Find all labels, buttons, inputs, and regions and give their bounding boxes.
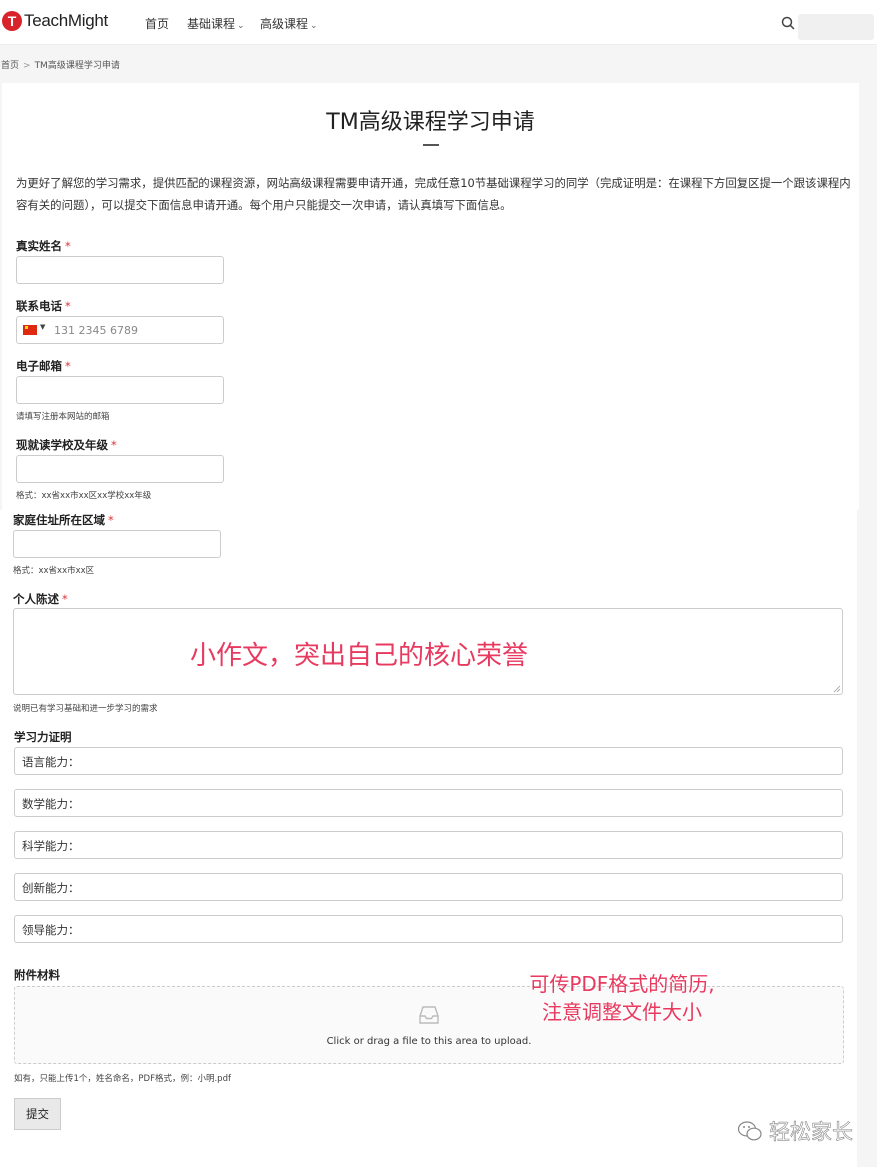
upload-instruction: Click or drag a file to this area to upl…: [326, 1036, 532, 1047]
statement-hint: 说明已有学习基础和进一步学习的需求: [13, 704, 158, 714]
site-logo[interactable]: T TeachMight: [2, 11, 108, 31]
intro-text: 为更好了解您的学习需求，提供匹配的课程资源，网站高级课程需要申请开通，完成任意1…: [16, 176, 851, 212]
science-ability-label: 科学能力：: [22, 839, 80, 853]
leadership-ability-label: 领导能力：: [22, 923, 80, 937]
email-label-text: 电子邮箱: [16, 359, 62, 373]
logo-mark: T: [2, 11, 22, 31]
leadership-ability-input[interactable]: 领导能力：: [14, 915, 843, 943]
name-label: 真实姓名 *: [16, 238, 71, 254]
china-flag-icon[interactable]: [23, 325, 37, 335]
statement-label: 个人陈述 *: [13, 591, 68, 607]
language-ability-label: 语言能力：: [22, 755, 80, 769]
caret-down-icon[interactable]: ▼: [40, 323, 45, 331]
logo-text: TeachMight: [24, 11, 108, 30]
required-mark: *: [108, 513, 114, 527]
innovation-ability-label: 创新能力：: [22, 881, 80, 895]
phone-label-text: 联系电话: [16, 299, 62, 313]
nav-basic-courses-label: 基础课程: [187, 17, 236, 31]
top-nav: T TeachMight 首页 基础课程 ⌄ 高级课程 ⌄: [0, 0, 877, 45]
breadcrumb: 首页 > TM高级课程学习申请: [1, 58, 120, 71]
title-divider: [423, 144, 439, 146]
science-ability-input[interactable]: 科学能力：: [14, 831, 843, 859]
attachment-hint: 如有，只能上传1个，姓名命名，PDF格式，例：小明.pdf: [14, 1074, 231, 1084]
ability-label: 学习力证明: [14, 730, 72, 744]
nav-home-label: 首页: [145, 17, 170, 31]
chevron-down-icon: ⌄: [237, 21, 245, 31]
attachment-annotation-line-1: 可传PDF格式的简历,: [529, 972, 715, 996]
breadcrumb-home[interactable]: 首页: [1, 61, 19, 71]
attachment-annotation-line-2: 注意调整文件大小: [542, 1000, 702, 1024]
email-input[interactable]: [16, 376, 224, 404]
school-label-text: 现就读学校及年级: [16, 438, 108, 452]
chevron-down-icon: ⌄: [310, 21, 318, 31]
required-mark: *: [65, 359, 71, 373]
resize-handle-icon[interactable]: [833, 685, 841, 693]
math-ability-label: 数学能力：: [22, 797, 80, 811]
region-label-text: 家庭住址所在区域: [13, 513, 105, 527]
language-ability-input[interactable]: 语言能力：: [14, 747, 843, 775]
school-label: 现就读学校及年级 *: [16, 437, 117, 453]
region-hint: 格式：xx省xx市xx区: [13, 566, 95, 576]
innovation-ability-input[interactable]: 创新能力：: [14, 873, 843, 901]
nav-home[interactable]: 首页: [145, 15, 169, 32]
nav-basic-courses[interactable]: 基础课程 ⌄: [187, 15, 245, 32]
region-input[interactable]: [13, 530, 221, 558]
region-label: 家庭住址所在区域 *: [13, 512, 114, 528]
required-mark: *: [111, 438, 117, 452]
required-mark: *: [65, 299, 71, 313]
attachment-label: 附件材料: [14, 968, 60, 982]
breadcrumb-current: TM高级课程学习申请: [34, 61, 120, 71]
required-mark: *: [62, 592, 68, 606]
statement-annotation: 小作文，突出自己的核心荣誉: [190, 641, 529, 671]
wechat-icon: [737, 1121, 762, 1141]
nav-advanced-courses[interactable]: 高级课程 ⌄: [260, 15, 318, 32]
phone-label: 联系电话 *: [16, 298, 71, 314]
required-mark: *: [65, 239, 71, 253]
email-label: 电子邮箱 *: [16, 358, 71, 374]
email-hint: 请填写注册本网站的邮箱: [16, 412, 110, 422]
phone-placeholder: 131 2345 6789: [54, 324, 138, 337]
search-icon[interactable]: [781, 16, 795, 30]
name-input[interactable]: [16, 256, 224, 284]
attachment-annotation: 可传PDF格式的简历, 注意调整文件大小: [508, 970, 736, 1026]
statement-label-text: 个人陈述: [13, 592, 59, 606]
inbox-icon: [419, 1006, 439, 1024]
submit-button[interactable]: 提交: [14, 1098, 61, 1130]
school-hint: 格式：xx省xx市xx区xx学校xx年级: [16, 491, 152, 501]
phone-input[interactable]: ▼ 131 2345 6789: [16, 316, 224, 344]
breadcrumb-separator: >: [23, 61, 31, 71]
watermark-text: 轻松家长: [769, 1120, 854, 1145]
name-label-text: 真实姓名: [16, 239, 62, 253]
math-ability-input[interactable]: 数学能力：: [14, 789, 843, 817]
watermark: 轻松家长: [737, 1116, 853, 1146]
form-card-top: [2, 83, 859, 510]
school-input[interactable]: [16, 455, 224, 483]
nav-advanced-courses-label: 高级课程: [260, 17, 309, 31]
search-input[interactable]: [798, 14, 874, 40]
page-title: TM高级课程学习申请: [326, 110, 535, 135]
